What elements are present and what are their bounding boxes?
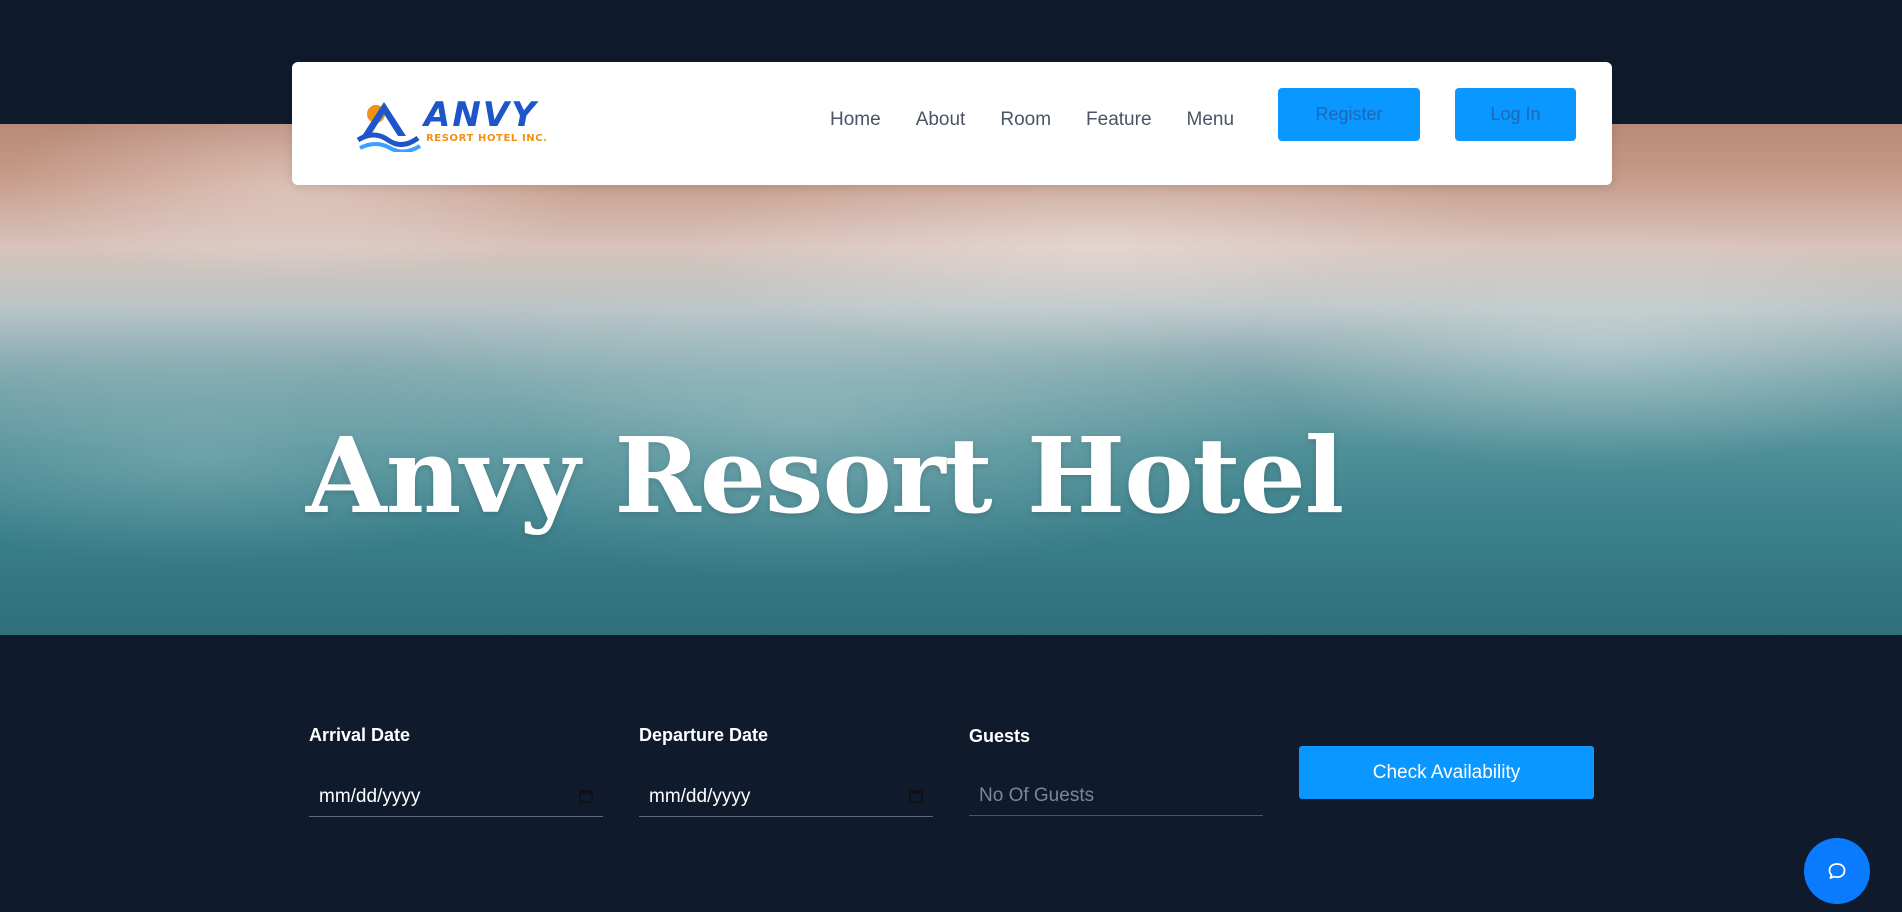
arrival-date-value: mm/dd/yyyy — [319, 785, 421, 807]
nav-about[interactable]: About — [916, 106, 966, 134]
booking-form: Arrival Date mm/dd/yyyy Departure Date m… — [0, 635, 1902, 912]
nav-home[interactable]: Home — [830, 106, 881, 134]
site-header: ANVY RESORT HOTEL INC. Home About Room F… — [292, 62, 1612, 185]
brand-logo[interactable]: ANVY RESORT HOTEL INC. — [354, 96, 584, 152]
register-button[interactable]: Register — [1278, 88, 1420, 141]
departure-date-input[interactable]: mm/dd/yyyy — [639, 777, 933, 817]
chat-bubble-icon — [1828, 863, 1846, 879]
calendar-icon[interactable] — [579, 789, 593, 803]
arrival-date-input[interactable]: mm/dd/yyyy — [309, 777, 603, 817]
chat-button[interactable] — [1804, 838, 1870, 904]
hero-title: Anvy Resort Hotel — [306, 414, 1344, 537]
guests-input[interactable]: No Of Guests — [969, 776, 1263, 816]
nav-menu[interactable]: Menu — [1187, 106, 1235, 134]
login-button[interactable]: Log In — [1455, 88, 1576, 141]
hero-banner: Anvy Resort Hotel — [0, 124, 1902, 635]
page: Anvy Resort Hotel ANVY RESORT HOTEL INC.… — [0, 0, 1902, 912]
nav-feature[interactable]: Feature — [1086, 106, 1151, 134]
guests-placeholder: No Of Guests — [979, 784, 1095, 806]
logo-wordmark: ANVY — [424, 95, 538, 135]
check-availability-button[interactable]: Check Availability — [1299, 746, 1594, 799]
calendar-icon[interactable] — [909, 789, 923, 803]
departure-date-label: Departure Date — [639, 725, 769, 745]
departure-date-value: mm/dd/yyyy — [649, 785, 751, 807]
logo-tagline: RESORT HOTEL INC. — [426, 133, 548, 144]
logo-emblem-icon — [356, 102, 422, 152]
arrival-date-label: Arrival Date — [309, 725, 411, 745]
guests-label: Guests — [969, 726, 1031, 746]
main-nav: Home About Room Feature Menu — [830, 106, 1269, 134]
nav-room[interactable]: Room — [1000, 106, 1051, 134]
